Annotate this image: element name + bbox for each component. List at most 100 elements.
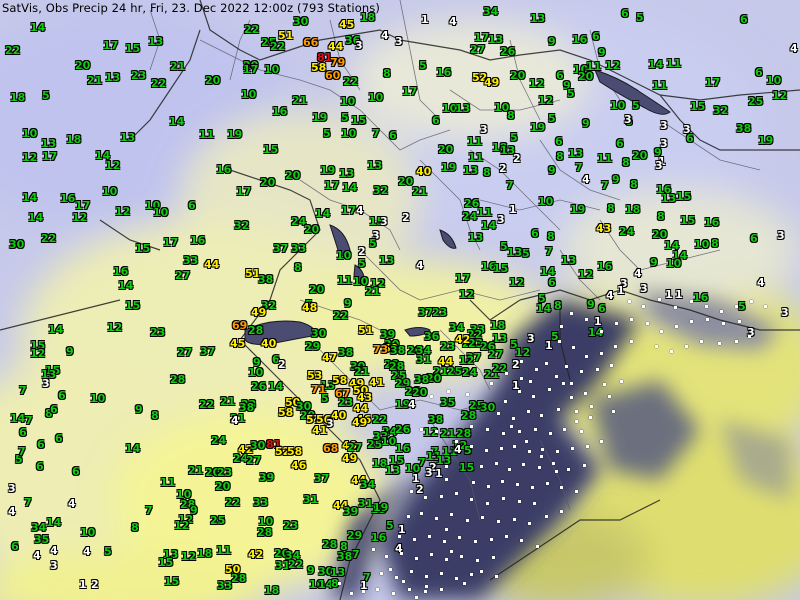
station-value: 58 xyxy=(332,374,348,387)
station-value: 45 xyxy=(339,18,355,31)
station-dot xyxy=(620,380,623,383)
station-dot xyxy=(430,395,433,398)
station-dot xyxy=(531,486,534,489)
station-value: 11 xyxy=(467,135,483,148)
station-value: 14 xyxy=(30,21,46,34)
station-dot xyxy=(560,325,563,328)
station-value: 21 xyxy=(292,94,308,107)
station-value: 6 xyxy=(755,66,763,79)
station-value: 9 xyxy=(135,403,143,416)
station-dot xyxy=(560,486,563,489)
station-value: 9 xyxy=(612,173,620,186)
station-value: 5 xyxy=(358,257,366,270)
station-value: 20 xyxy=(438,143,454,156)
station-value: 12 xyxy=(605,59,621,72)
station-value: 10 xyxy=(666,257,682,270)
station-dot xyxy=(481,516,484,519)
station-dot xyxy=(400,552,403,555)
station-value: 9 xyxy=(548,35,556,48)
station-value: 5 xyxy=(323,127,331,140)
station-value: 14 xyxy=(342,181,358,194)
station-value: 20 xyxy=(510,69,526,82)
station-value: 1 xyxy=(545,339,553,352)
station-value: 23 xyxy=(432,306,448,319)
station-value: 11 xyxy=(160,476,176,489)
station-value: 49 xyxy=(342,452,358,465)
station-dot xyxy=(556,450,559,453)
station-dot xyxy=(487,485,490,488)
station-dot xyxy=(518,390,521,393)
station-dot xyxy=(722,322,725,325)
station-dot xyxy=(520,377,523,380)
station-value: 9 xyxy=(654,146,662,159)
station-value: 4 xyxy=(757,276,765,289)
map-title: SatVis, Obs Precip 24 hr, Fri, 23. Dec 2… xyxy=(2,1,380,15)
station-value: 22 xyxy=(288,558,304,571)
station-value: 12 xyxy=(772,89,788,102)
station-dot xyxy=(430,553,433,556)
station-dot xyxy=(589,416,592,419)
station-dot xyxy=(445,465,448,468)
station-dot xyxy=(502,432,505,435)
station-value: 13 xyxy=(561,254,577,267)
station-value: 38 xyxy=(258,273,274,286)
station-value: 6 xyxy=(389,129,397,142)
station-value: 16 xyxy=(597,260,613,273)
station-dot xyxy=(570,312,573,315)
station-dot xyxy=(575,490,578,493)
station-value: 25 xyxy=(447,365,463,378)
station-value: 37 xyxy=(273,242,289,255)
station-value: 46 xyxy=(291,459,307,472)
precip-satellite-map: SatVis, Obs Precip 24 hr, Fri, 23. Dec 2… xyxy=(0,0,800,600)
station-dot xyxy=(572,346,575,349)
station-value: 38 xyxy=(337,550,353,563)
station-value: 1 xyxy=(509,203,517,216)
station-value: 8 xyxy=(607,202,615,215)
station-dot xyxy=(552,462,555,465)
station-dot xyxy=(549,432,552,435)
station-value: 22 xyxy=(5,44,21,57)
station-value: 21 xyxy=(87,74,103,87)
station-value: 10 xyxy=(341,127,357,140)
station-value: 29 xyxy=(347,529,363,542)
station-value: 6 xyxy=(188,199,196,212)
station-dot xyxy=(501,480,504,483)
station-dot xyxy=(505,535,508,538)
station-value: 10 xyxy=(264,63,280,76)
station-value: 5 xyxy=(510,131,518,144)
station-dot xyxy=(628,300,631,303)
station-dot xyxy=(497,412,500,415)
station-value: 69 xyxy=(232,319,248,332)
station-dot xyxy=(500,447,503,450)
station-value: 5 xyxy=(738,300,746,313)
station-dot xyxy=(440,572,443,575)
station-value: 16 xyxy=(113,265,129,278)
station-value: 11 xyxy=(597,152,613,165)
station-value: 7 xyxy=(372,127,380,140)
station-value: 1 xyxy=(594,315,602,328)
station-value: 16 xyxy=(216,163,232,176)
station-value: 2 xyxy=(416,483,424,496)
station-value: 22 xyxy=(270,40,286,53)
station-dot xyxy=(586,445,589,448)
station-value: 30 xyxy=(9,238,25,251)
station-value: 15 xyxy=(125,299,141,312)
station-value: 21 xyxy=(440,427,456,440)
station-value: 11 xyxy=(216,544,232,557)
station-value: 2 xyxy=(358,245,366,258)
station-value: 14 xyxy=(268,380,284,393)
station-value: 22 xyxy=(244,23,260,36)
station-dot xyxy=(470,573,473,576)
station-dot xyxy=(660,330,663,333)
station-value: 11 xyxy=(199,128,215,141)
station-value: 15 xyxy=(164,575,180,588)
station-value: 3 xyxy=(395,35,403,48)
station-value: 12 xyxy=(509,276,525,289)
station-value: 13 xyxy=(468,231,484,244)
station-dot xyxy=(675,325,678,328)
station-value: 37 xyxy=(200,345,216,358)
station-dot xyxy=(425,585,428,588)
station-dot xyxy=(447,390,450,393)
station-dot xyxy=(513,445,516,448)
station-dot xyxy=(750,300,753,303)
